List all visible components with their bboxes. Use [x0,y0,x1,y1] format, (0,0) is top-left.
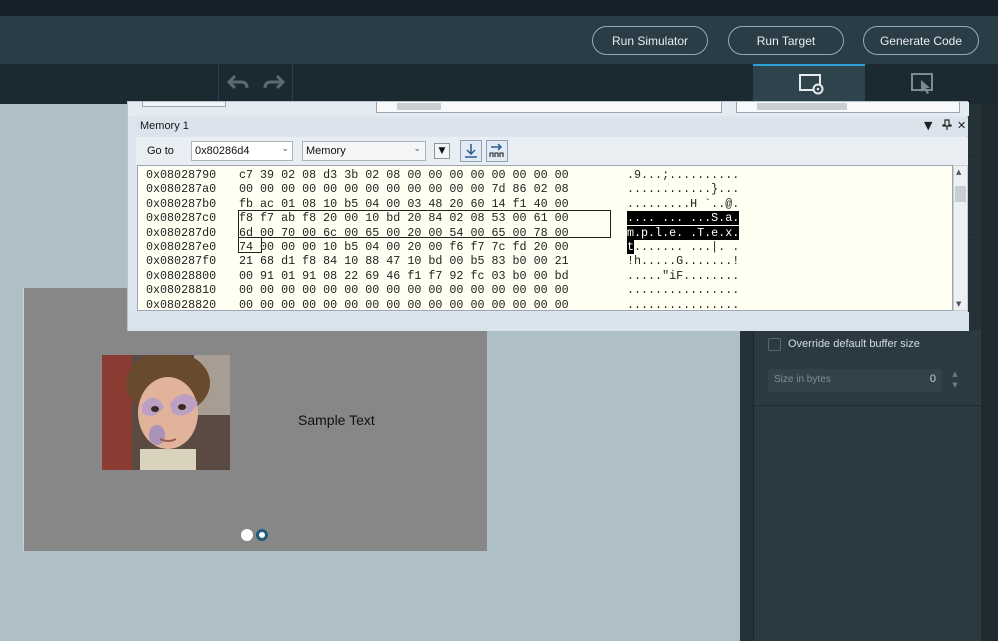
page-indicator-dot[interactable] [241,529,253,541]
live-update-icon [465,144,477,158]
toolbar-separator [218,64,219,104]
memory-bytes[interactable]: 6d 00 70 00 6c 00 65 00 20 00 54 00 65 0… [239,226,569,240]
goto-address-value: 0x80286d4 [195,145,250,157]
memory-address: 0x080287e0 [146,240,217,254]
override-buffer-label: Override default buffer size [788,338,920,350]
chevron-down-icon[interactable]: ▼ [956,300,961,308]
main-toolbar [0,64,998,104]
memory-window-footer [128,312,969,331]
tab-canvas[interactable] [753,64,865,102]
scrollbar-thumb[interactable] [955,186,966,202]
data-format-icon [489,143,504,157]
generate-code-button[interactable]: Generate Code [863,26,979,55]
sample-text-label[interactable]: Sample Text [298,412,375,428]
memory-bytes[interactable]: 21 68 d1 f8 84 10 88 47 10 bd 00 b5 83 b… [239,254,569,268]
memory-bytes[interactable]: c7 39 02 08 d3 3b 02 08 00 00 00 00 00 0… [239,168,569,182]
buffer-size-value: 0 [929,373,936,385]
redo-icon[interactable] [263,72,286,97]
memory-ascii[interactable]: ....."iF........ [627,269,739,283]
scrollbar-thumb[interactable] [397,103,441,110]
options-dropdown-button[interactable]: ▼ [434,143,450,159]
memory-bytes[interactable]: 00 00 00 00 00 00 00 00 00 00 00 00 00 0… [239,283,569,297]
memory-address: 0x080287c0 [146,211,217,226]
memory-ascii[interactable]: .9...;.......... [627,168,739,182]
selected-ascii: t [627,240,635,254]
memory-titlebar[interactable]: Memory 1 ▼ ✕ [136,118,968,136]
window-tab-edge [142,102,226,107]
memory-toolbar: Go to 0x80286d4 ⌄ Memory ⌄ ▼ [136,137,968,165]
memory-window-top-strip [128,102,969,116]
chevron-down-icon[interactable]: ⌄ [281,144,289,154]
scrollbar-thumb[interactable] [757,103,847,110]
memory-bytes[interactable]: f8 f7 ab f8 20 00 10 bd 20 84 02 08 53 0… [239,211,569,225]
memory-bytes[interactable]: fb ac 01 08 10 b5 04 00 03 48 20 60 14 f… [239,197,569,211]
title-strip [0,0,998,16]
page-indicator-dot-active[interactable] [256,529,268,541]
memory-address: 0x080287f0 [146,254,217,269]
memory-address: 0x080287a0 [146,182,217,197]
memory-ascii[interactable]: ................ [627,298,739,310]
memory-type-select[interactable]: Memory ⌄ [302,141,426,161]
dropdown-icon[interactable]: ▼ [924,119,932,132]
close-icon[interactable]: ✕ [957,119,966,132]
buffer-size-input[interactable]: Size in bytes 0 [768,369,942,392]
run-target-button[interactable]: Run Target [728,26,844,55]
horizontal-scrollbar[interactable] [736,102,960,113]
memory-address: 0x08028810 [146,283,217,298]
memory-ascii[interactable]: .........H `..@. [627,197,739,211]
memory-address: 0x080287b0 [146,196,217,211]
buffer-size-stepper[interactable]: ▲ ▼ [948,369,962,392]
chevron-up-icon[interactable]: ▲ [948,369,962,380]
pin-icon[interactable] [942,119,952,134]
buffer-size-placeholder: Size in bytes [774,374,831,385]
memory-ascii[interactable]: t....... ...|. . [627,240,739,254]
run-simulator-button[interactable]: Run Simulator [592,26,708,55]
memory-address: 0x080287d0 [146,225,217,240]
screen-gear-icon [799,74,825,100]
toolbar-separator [292,64,293,104]
memory-bytes[interactable]: 00 00 00 00 00 00 00 00 00 00 00 00 7d 8… [239,182,569,196]
app-header: Run Simulator Run Target Generate Code [0,16,998,64]
memory-window: Memory 1 ▼ ✕ Go to 0x80286d4 ⌄ Memory ⌄ … [127,101,969,331]
chevron-down-icon[interactable]: ▼ [948,380,962,391]
memory-hex-view[interactable]: 0x08028790 c7 39 02 08 d3 3b 02 08 00 00 … [137,165,953,311]
memory-ascii[interactable]: .... ... ...S.a. [627,211,740,226]
goto-label: Go to [147,145,174,157]
portrait-image[interactable] [102,355,230,470]
chevron-up-icon[interactable]: ▲ [956,168,961,176]
tab-interactions[interactable] [866,64,998,102]
memory-bytes[interactable]: 74 00 00 00 10 b5 04 00 20 00 f6 f7 7c f… [239,240,569,254]
goto-address-input[interactable]: 0x80286d4 ⌄ [191,141,293,161]
memory-ascii[interactable]: ................ [627,283,739,297]
chevron-down-icon[interactable]: ⌄ [413,144,421,154]
override-buffer-checkbox[interactable] [768,338,781,351]
selected-ascii: m.p.l.e. .T.e.x. [627,225,740,240]
memory-window-title: Memory 1 [140,120,189,132]
memory-bytes[interactable]: 00 91 01 91 08 22 69 46 f1 f7 92 fc 03 b… [239,269,569,283]
screen-pointer-icon [911,73,935,99]
memory-address: 0x08028800 [146,268,217,283]
panel-divider [753,405,981,406]
memory-ascii[interactable]: ............}... [627,182,739,196]
vertical-scrollbar[interactable]: ▲ ▼ [953,165,968,311]
undo-icon[interactable] [226,72,249,97]
memory-address: 0x08028790 [146,168,217,182]
memory-bytes[interactable]: 00 00 00 00 00 00 00 00 00 00 00 00 00 0… [239,298,569,310]
properties-gutter [981,104,998,641]
memory-ascii[interactable]: !h.....G.......! [627,254,739,268]
memory-address: 0x08028820 [146,297,217,311]
selected-ascii: .... ... ...S.a. [627,211,740,226]
horizontal-scrollbar[interactable] [376,102,722,113]
memory-ascii[interactable]: m.p.l.e. .T.e.x. [627,225,740,240]
data-format-button[interactable] [486,140,508,162]
memory-type-value: Memory [306,145,346,157]
live-update-button[interactable] [460,140,482,162]
